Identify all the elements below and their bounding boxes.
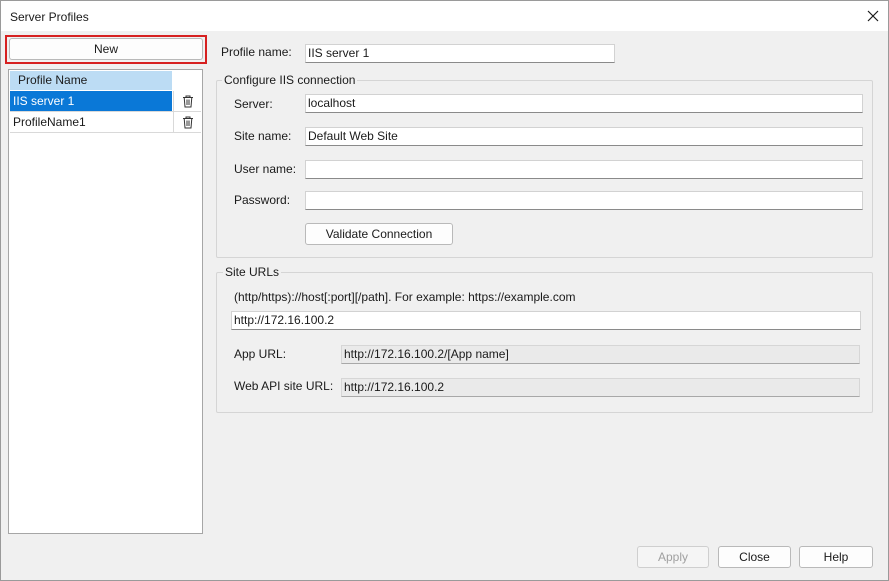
profile-list: Profile Name IIS server 1 ProfileName1 bbox=[8, 69, 203, 534]
delete-profile-button[interactable] bbox=[173, 91, 202, 111]
new-profile-button-label: New bbox=[93, 42, 118, 56]
base-url-field[interactable]: http://172.16.100.2 bbox=[231, 311, 861, 330]
profile-name-label: Profile name: bbox=[221, 45, 292, 59]
web-api-url-field: http://172.16.100.2 bbox=[341, 378, 860, 397]
user-name-label: User name: bbox=[234, 162, 297, 176]
password-label: Password: bbox=[234, 193, 291, 207]
server-label: Server: bbox=[234, 97, 273, 111]
close-icon bbox=[867, 10, 879, 22]
app-url-label: App URL: bbox=[234, 347, 287, 361]
delete-profile-button[interactable] bbox=[173, 112, 202, 132]
iis-connection-group-title: Configure IIS connection bbox=[222, 73, 358, 87]
trash-icon bbox=[183, 116, 193, 128]
close-button[interactable]: Close bbox=[718, 546, 791, 568]
profile-row[interactable]: IIS server 1 bbox=[10, 91, 201, 112]
close-button-label: Close bbox=[739, 550, 770, 564]
web-api-url-label: Web API site URL: bbox=[234, 379, 334, 393]
validate-connection-button[interactable]: Validate Connection bbox=[305, 223, 453, 245]
close-window-button[interactable] bbox=[858, 1, 888, 31]
apply-button[interactable]: Apply bbox=[637, 546, 709, 568]
new-profile-button[interactable]: New bbox=[9, 38, 203, 60]
help-button[interactable]: Help bbox=[799, 546, 873, 568]
server-profiles-dialog: Server Profiles New Profile Name IIS ser… bbox=[0, 0, 889, 581]
server-field[interactable]: localhost bbox=[305, 94, 863, 113]
url-format-hint: (http/https)://host[:port][/path]. For e… bbox=[234, 290, 576, 304]
site-name-label: Site name: bbox=[234, 129, 292, 143]
profile-name-column-header[interactable]: Profile Name bbox=[10, 71, 172, 90]
window-title: Server Profiles bbox=[10, 10, 89, 24]
profile-name-field[interactable]: IIS server 1 bbox=[305, 44, 615, 63]
app-url-field: http://172.16.100.2/[App name] bbox=[341, 345, 860, 364]
title-bar: Server Profiles bbox=[1, 1, 888, 31]
user-name-field[interactable] bbox=[305, 160, 863, 179]
delete-column-header bbox=[172, 71, 201, 90]
trash-icon bbox=[183, 95, 193, 107]
validate-connection-button-label: Validate Connection bbox=[325, 227, 433, 241]
site-urls-group-title: Site URLs bbox=[223, 265, 282, 279]
help-button-label: Help bbox=[823, 550, 849, 564]
profile-row-name[interactable]: ProfileName1 bbox=[10, 112, 172, 132]
site-name-field[interactable]: Default Web Site bbox=[305, 127, 863, 146]
profile-row-name[interactable]: IIS server 1 bbox=[10, 91, 172, 111]
profile-row[interactable]: ProfileName1 bbox=[10, 112, 201, 133]
apply-button-label: Apply bbox=[657, 550, 689, 564]
password-field[interactable] bbox=[305, 191, 863, 210]
